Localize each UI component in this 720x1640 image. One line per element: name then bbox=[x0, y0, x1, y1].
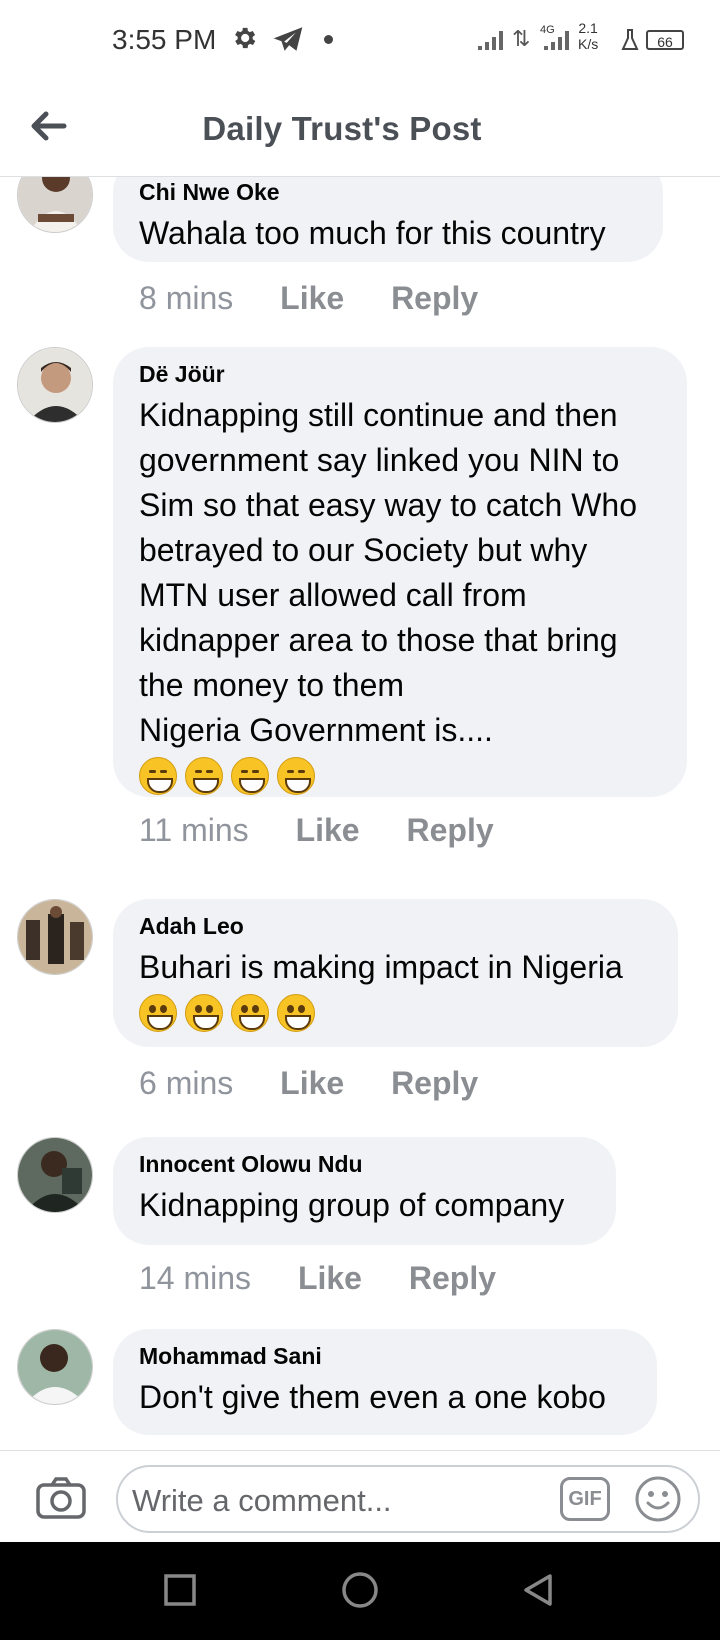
system-nav-bar bbox=[0, 1542, 720, 1640]
comment-bubble: Dë Jöür Kidnapping still continue and th… bbox=[113, 347, 687, 797]
recents-icon[interactable] bbox=[162, 1572, 198, 1608]
comment-bubble: Innocent Olowu Ndu Kidnapping group of c… bbox=[113, 1137, 616, 1245]
comment-author[interactable]: Chi Nwe Oke bbox=[139, 179, 637, 205]
network-speed: 2.1 K/s bbox=[578, 20, 599, 52]
status-bar: 3:55 PM ⇅ 4G 2.1 K/s 66 bbox=[0, 0, 720, 84]
avatar[interactable] bbox=[17, 177, 93, 233]
grinning-squinting-face-icon bbox=[139, 757, 177, 795]
comment-time: 6 mins bbox=[139, 1065, 234, 1101]
comment-composer: Write a comment... GIF bbox=[0, 1450, 720, 1543]
gif-button[interactable]: GIF bbox=[560, 1477, 610, 1521]
top-bar: Daily Trust's Post bbox=[0, 84, 720, 177]
comment-author[interactable]: Dë Jöür bbox=[139, 361, 661, 387]
grinning-face-icon bbox=[139, 994, 177, 1032]
comment-author[interactable]: Mohammad Sani bbox=[139, 1343, 631, 1369]
gear-icon bbox=[235, 27, 256, 49]
comment-actions: 8 mins Like Reply bbox=[139, 280, 478, 317]
like-button[interactable]: Like bbox=[280, 280, 344, 316]
comment-actions: 11 mins Like Reply bbox=[139, 812, 494, 849]
like-button[interactable]: Like bbox=[296, 812, 360, 848]
comment-time: 8 mins bbox=[139, 280, 234, 316]
comment-text: Don't give them even a one kobo bbox=[139, 1379, 606, 1415]
comment-input[interactable]: Write a comment... GIF bbox=[116, 1465, 700, 1533]
grinning-squinting-face-icon bbox=[277, 757, 315, 795]
comment-input-placeholder: Write a comment... bbox=[132, 1483, 392, 1518]
emoji-picker-icon[interactable] bbox=[634, 1475, 682, 1523]
grinning-face-icon bbox=[231, 994, 269, 1032]
notification-dot-icon bbox=[324, 35, 333, 44]
signal-icon-2 bbox=[544, 31, 569, 50]
reply-button[interactable]: Reply bbox=[391, 1065, 478, 1101]
comment-actions: 14 mins Like Reply bbox=[139, 1260, 496, 1297]
emoji-row bbox=[139, 994, 652, 1032]
signal-icon bbox=[478, 31, 503, 50]
avatar[interactable] bbox=[17, 347, 93, 423]
comment-bubble: Mohammad Sani Don't give them even a one… bbox=[113, 1329, 657, 1435]
page-title: Daily Trust's Post bbox=[202, 110, 482, 147]
status-time: 3:55 PM bbox=[112, 24, 217, 55]
avatar[interactable] bbox=[17, 899, 93, 975]
like-button[interactable]: Like bbox=[280, 1065, 344, 1101]
comment-time: 11 mins bbox=[139, 812, 249, 848]
grinning-squinting-face-icon bbox=[185, 757, 223, 795]
comment-text: Buhari is making impact in Nigeria bbox=[139, 949, 623, 985]
reply-button[interactable]: Reply bbox=[391, 280, 478, 316]
data-arrows-icon: ⇅ bbox=[512, 26, 531, 51]
comment-time: 14 mins bbox=[139, 1260, 252, 1296]
avatar[interactable] bbox=[17, 1137, 93, 1213]
comment-bubble: Chi Nwe Oke Wahala too much for this cou… bbox=[113, 177, 663, 262]
home-icon[interactable] bbox=[340, 1572, 380, 1612]
comment-list[interactable]: Chi Nwe Oke Wahala too much for this cou… bbox=[0, 177, 720, 1450]
camera-icon[interactable] bbox=[36, 1477, 86, 1519]
reply-button[interactable]: Reply bbox=[406, 812, 493, 848]
flask-icon bbox=[621, 29, 639, 50]
emoji-row bbox=[139, 757, 661, 795]
back-nav-icon[interactable] bbox=[520, 1572, 556, 1608]
comment-author[interactable]: Innocent Olowu Ndu bbox=[139, 1151, 590, 1177]
comment-text: Kidnapping still continue and then gover… bbox=[139, 397, 637, 748]
reply-button[interactable]: Reply bbox=[409, 1260, 496, 1296]
avatar[interactable] bbox=[17, 1329, 93, 1405]
battery-icon: 66 bbox=[646, 30, 684, 50]
grinning-squinting-face-icon bbox=[231, 757, 269, 795]
comment-author[interactable]: Adah Leo bbox=[139, 913, 652, 939]
grinning-face-icon bbox=[277, 994, 315, 1032]
comment-text: Kidnapping group of company bbox=[139, 1187, 565, 1223]
comment-bubble: Adah Leo Buhari is making impact in Nige… bbox=[113, 899, 678, 1047]
comment-actions: 6 mins Like Reply bbox=[139, 1065, 478, 1102]
comment-text: Wahala too much for this country bbox=[139, 215, 606, 251]
like-button[interactable]: Like bbox=[298, 1260, 362, 1296]
grinning-face-icon bbox=[185, 994, 223, 1032]
telegram-icon bbox=[273, 27, 303, 51]
